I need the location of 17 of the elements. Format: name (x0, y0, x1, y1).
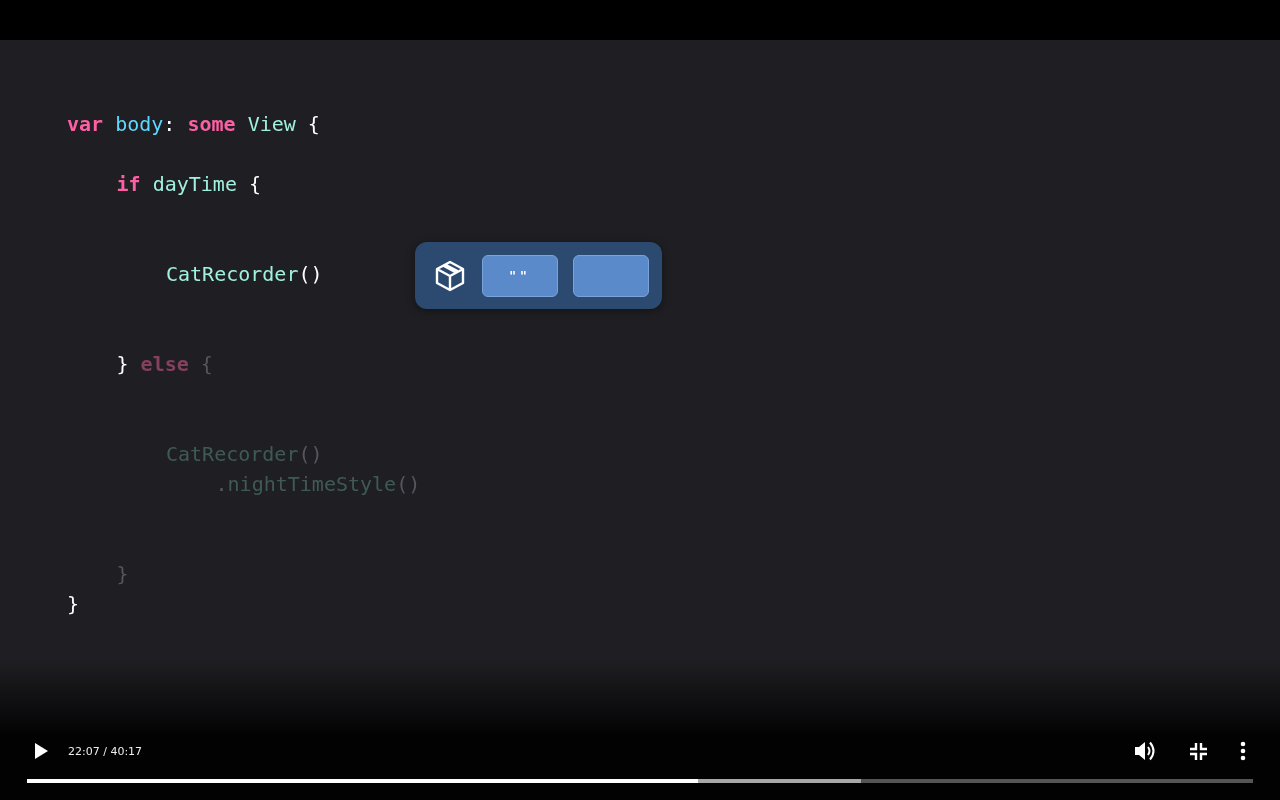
time-display: 22:07 / 40:17 (68, 744, 143, 758)
box-icon[interactable] (433, 258, 467, 293)
code-line: if dayTime { (116, 171, 261, 198)
code-line: var body: some View { (67, 111, 320, 138)
more-icon[interactable] (1240, 741, 1246, 761)
code-line: } (116, 561, 129, 588)
code-line: } (67, 591, 80, 618)
popover-button[interactable]: "" (482, 254, 558, 297)
volume-icon[interactable] (1135, 741, 1157, 761)
play-icon[interactable] (35, 743, 48, 759)
code-line: } else { (116, 351, 213, 378)
code-line: CatRecorder() (166, 261, 323, 288)
code-line: CatRecorder() (166, 441, 323, 468)
code-line: .nightTimeStyle() (215, 471, 421, 498)
exit-fullscreen-icon[interactable] (1190, 742, 1207, 760)
popover-button[interactable] (573, 254, 649, 297)
progress-bar[interactable] (27, 779, 1253, 783)
